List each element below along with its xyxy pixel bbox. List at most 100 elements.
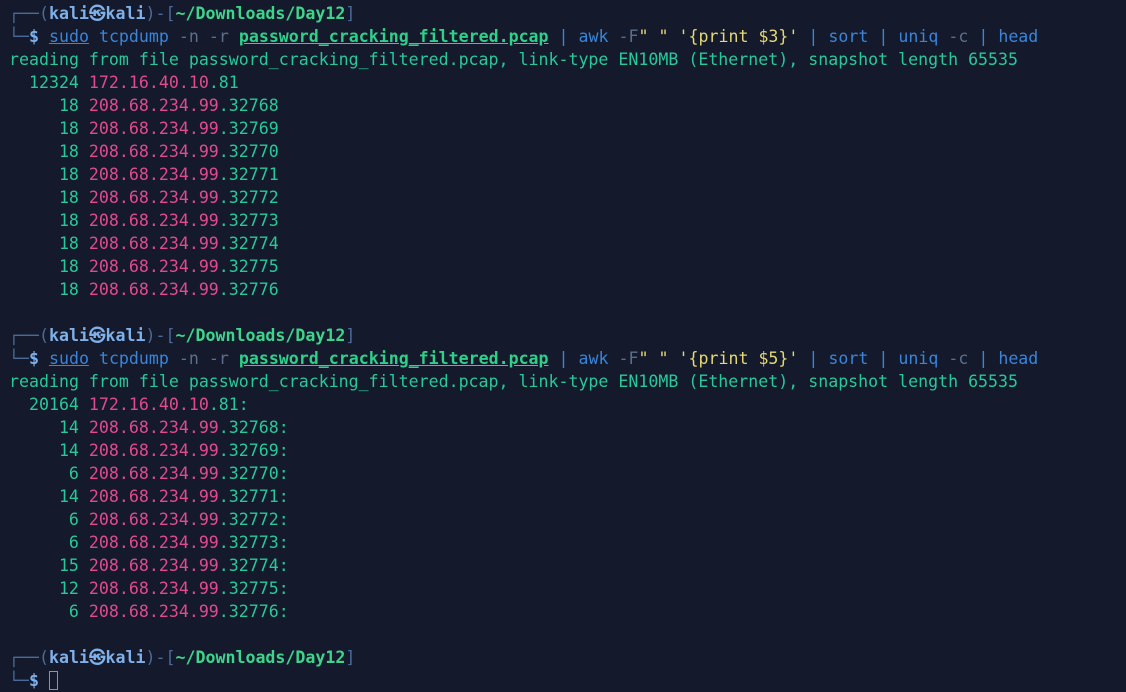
cmd-awk-field: $3 [758,27,779,46]
output-port: .32771 [218,165,279,184]
output-count: 15 [58,556,79,575]
prompt-header-2: ┌──(kali㉿kali)-[~/Downloads/Day12] [9,324,1126,347]
prompt-host: kali [105,4,146,23]
prompt-open-bracket: [ [165,4,176,23]
output-count: 6 [68,464,79,483]
prompt-user: kali [48,326,89,345]
tcpdump-info-text: reading from file password_cracking_filt… [9,372,1019,391]
prompt-close-paren: ) [145,4,156,23]
output-port: .32771: [218,487,289,506]
cmd-awk-print: print [698,349,749,368]
output-port: .32773 [218,211,279,230]
prompt-close-bracket: ] [345,648,356,667]
terminal-window[interactable]: ┌──(kali㉿kali)-[~/Downloads/Day12] └─$ su… [0,0,1126,692]
prompt-at-icon: ㉿ [88,648,106,667]
output-count: 18 [58,142,79,161]
output-port: .32775 [218,257,279,276]
cmd-uniq-flag: -c [948,27,969,46]
output-row: 18 208.68.234.99.32770 [9,140,1126,163]
output-row: 6 208.68.234.99.32770: [9,462,1126,485]
prompt-frame-bottom: └─ [9,671,29,690]
cmd-pipe: | [808,349,819,368]
prompt-open-paren: ( [38,326,49,345]
output-port: .32768 [218,96,279,115]
output-ip: 208.68.234.99 [88,464,219,483]
cmd-awk-field: $5 [758,349,779,368]
cursor-block[interactable] [48,671,58,690]
output-port: .32776 [218,280,279,299]
output-port: .32768: [218,418,289,437]
output-row: 20164 172.16.40.10.81: [9,393,1126,416]
cmd-awk-separator: " " [638,349,669,368]
output-count: 12324 [28,73,79,92]
prompt-dash: - [155,4,166,23]
prompt-open-paren: ( [38,648,49,667]
output-row: 14 208.68.234.99.32771: [9,485,1126,508]
tcpdump-info-text: reading from file password_cracking_filt… [9,50,1019,69]
prompt-path: ~/Downloads/Day12 [175,4,346,23]
cmd-pipe: | [558,349,569,368]
cmd-pipe: | [558,27,569,46]
output-row: 18 208.68.234.99.32768 [9,94,1126,117]
prompt-header-3: ┌──(kali㉿kali)-[~/Downloads/Day12] [9,646,1126,669]
prompt-host: kali [105,326,146,345]
prompt-frame-top: ┌── [9,648,39,667]
output-count: 18 [58,119,79,138]
prompt-frame-top: ┌── [9,326,39,345]
output-ip: 208.68.234.99 [88,280,219,299]
output-ip: 208.68.234.99 [88,487,219,506]
cmd-pcap-file: password_cracking_filtered.pcap [238,27,549,46]
output-port: .32770 [218,142,279,161]
output-ip: 208.68.234.99 [88,188,219,207]
prompt-dollar: $ [28,349,39,368]
output-count: 18 [58,257,79,276]
output-count: 14 [58,441,79,460]
cmd-head: head [998,349,1039,368]
output-ip: 172.16.40.10 [88,73,209,92]
cmd-sort: sort [828,27,869,46]
output-count: 6 [68,602,79,621]
output-count: 14 [58,487,79,506]
prompt-path: ~/Downloads/Day12 [175,648,346,667]
output-port: .32769: [218,441,289,460]
active-prompt-line[interactable]: └─$ [9,669,1126,692]
output-row: 18 208.68.234.99.32771 [9,163,1126,186]
prompt-user: kali [48,4,89,23]
prompt-frame-bottom: └─ [9,349,29,368]
cmd-uniq: uniq [898,27,939,46]
prompt-path: ~/Downloads/Day12 [175,326,346,345]
cmd-sudo: sudo [48,349,89,368]
output-count: 6 [68,510,79,529]
command-line-1[interactable]: └─$ sudo tcpdump -n -r password_cracking… [9,25,1126,48]
output-port: .32774 [218,234,279,253]
output-ip: 208.68.234.99 [88,234,219,253]
output-row: 18 208.68.234.99.32776 [9,278,1126,301]
cmd-awk: awk [578,27,609,46]
command-line-2[interactable]: └─$ sudo tcpdump -n -r password_cracking… [9,347,1126,370]
cmd-flags: -n -r [178,27,229,46]
output-ip: 208.68.234.99 [88,96,219,115]
cmd-tcpdump: tcpdump [98,27,169,46]
output-count: 18 [58,234,79,253]
output-count: 12 [58,579,79,598]
output-count: 18 [58,188,79,207]
output-ip: 208.68.234.99 [88,579,219,598]
cmd-awk-close: }' [778,349,799,368]
output-row: 12 208.68.234.99.32775: [9,577,1126,600]
output-row: 6 208.68.234.99.32776: [9,600,1126,623]
output-row: 18 208.68.234.99.32774 [9,232,1126,255]
output-ip: 208.68.234.99 [88,510,219,529]
prompt-at-icon: ㉿ [88,4,106,23]
output-ip: 208.68.234.99 [88,418,219,437]
output-port: .32769 [218,119,279,138]
output-row: 18 208.68.234.99.32775 [9,255,1126,278]
output-port: .32773: [218,533,289,552]
output-row: 6 208.68.234.99.32772: [9,508,1126,531]
cmd-head: head [998,27,1039,46]
output-ip: 172.16.40.10 [88,395,209,414]
cmd-uniq-flag: -c [948,349,969,368]
output-row: 6 208.68.234.99.32773: [9,531,1126,554]
prompt-frame-top: ┌── [9,4,39,23]
cmd-pcap-file: password_cracking_filtered.pcap [238,349,549,368]
output-ip: 208.68.234.99 [88,257,219,276]
